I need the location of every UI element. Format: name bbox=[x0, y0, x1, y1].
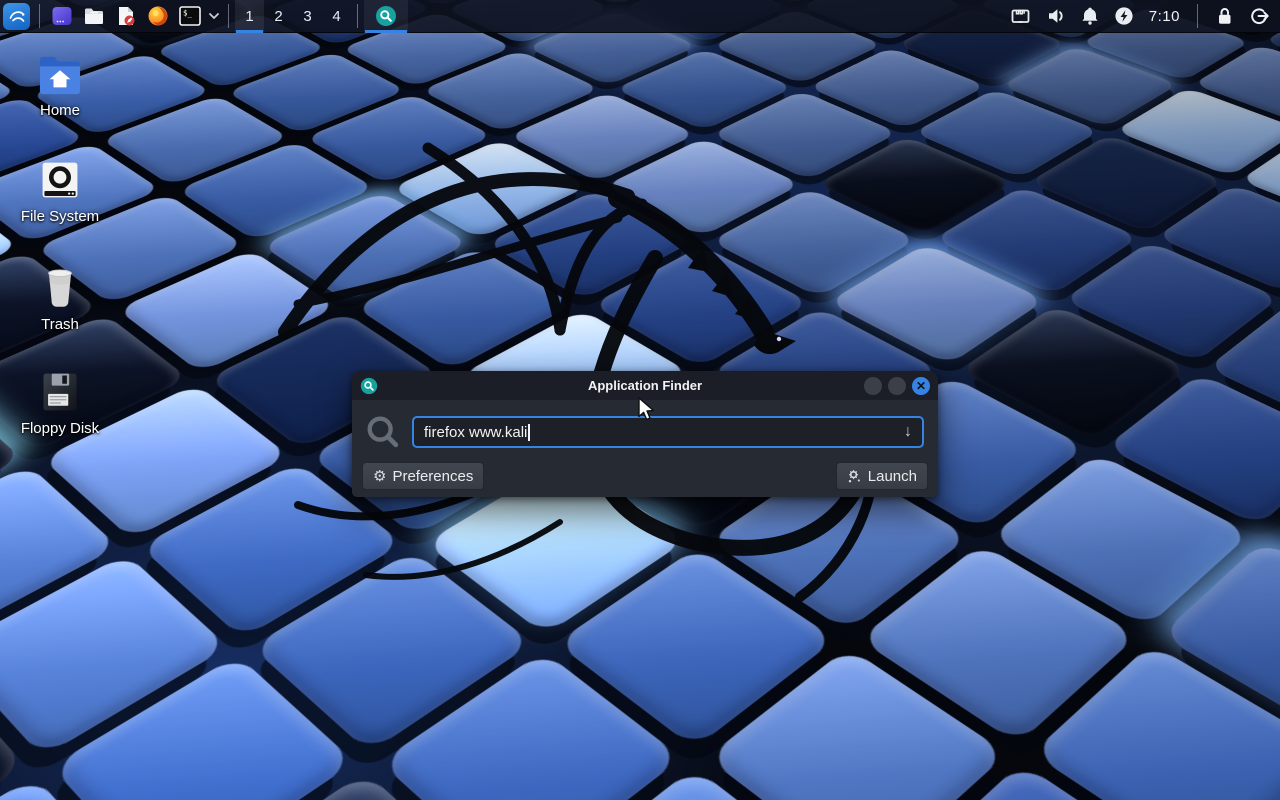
maximize-button[interactable] bbox=[888, 377, 906, 395]
desktop-icon-floppy-disk[interactable]: Floppy Disk bbox=[8, 370, 112, 437]
chevron-down-icon bbox=[208, 10, 220, 22]
desktop-icon-home[interactable]: Home bbox=[8, 54, 112, 119]
kali-logo-icon bbox=[3, 3, 30, 30]
desktop-icon-trash[interactable]: Trash bbox=[8, 264, 112, 333]
network-icon[interactable] bbox=[1010, 6, 1031, 26]
workspace-2-button[interactable]: 2 bbox=[264, 0, 293, 33]
panel-separator bbox=[39, 4, 40, 28]
desktop-icon-label: File System bbox=[21, 209, 99, 225]
minimize-button[interactable] bbox=[864, 377, 882, 395]
workspace-4-label: 4 bbox=[332, 8, 340, 25]
file-manager-launcher[interactable] bbox=[78, 0, 110, 33]
search-input-value: firefox www.kali bbox=[424, 424, 527, 441]
notifications-bell-icon[interactable] bbox=[1081, 6, 1099, 26]
workspace-3-label: 3 bbox=[303, 8, 311, 25]
terminal-dropdown-launcher[interactable]: $_ bbox=[174, 0, 206, 33]
run-gear-icon bbox=[847, 469, 862, 484]
gear-icon: ⚙ bbox=[373, 469, 386, 484]
titlebar[interactable]: Application Finder ✕ bbox=[352, 371, 938, 400]
system-tray: 7:10 bbox=[1010, 4, 1280, 28]
panel-separator bbox=[228, 4, 229, 28]
volume-icon[interactable] bbox=[1046, 6, 1066, 26]
search-icon bbox=[364, 413, 402, 451]
workspace-3-button[interactable]: 3 bbox=[293, 0, 322, 33]
terminal-purple-icon bbox=[51, 5, 73, 27]
preferences-button[interactable]: ⚙ Preferences bbox=[362, 462, 484, 490]
launch-button[interactable]: Launch bbox=[836, 462, 928, 490]
panel-separator bbox=[357, 4, 358, 28]
search-input[interactable]: firefox www.kali ↓ bbox=[412, 416, 924, 448]
power-manager-icon[interactable] bbox=[1114, 6, 1134, 26]
svg-text:$_: $_ bbox=[183, 9, 193, 18]
text-editor-launcher[interactable] bbox=[110, 0, 142, 33]
launch-button-label: Launch bbox=[868, 468, 917, 485]
panel-separator bbox=[1197, 4, 1198, 28]
workspace-1-button[interactable]: 1 bbox=[235, 0, 264, 33]
screen-lock-icon[interactable] bbox=[1215, 6, 1234, 26]
close-icon: ✕ bbox=[916, 380, 926, 392]
close-button[interactable]: ✕ bbox=[912, 377, 930, 395]
logout-icon[interactable] bbox=[1249, 6, 1270, 26]
desktop-icon-label: Trash bbox=[41, 317, 79, 333]
application-finder-window: Application Finder ✕ firefox www.kali ↓ … bbox=[352, 371, 938, 497]
appfinder-icon bbox=[375, 5, 397, 27]
desktop-icon-label: Floppy Disk bbox=[21, 421, 99, 437]
firefox-icon bbox=[147, 5, 169, 27]
hard-drive-icon bbox=[38, 158, 82, 202]
launcher-dropdown-chevron[interactable] bbox=[206, 0, 222, 33]
desktop-icon-file-system[interactable]: File System bbox=[8, 158, 112, 225]
top-panel: $_ 1 2 3 4 bbox=[0, 0, 1280, 33]
preferences-button-label: Preferences bbox=[392, 468, 473, 485]
text-editor-icon bbox=[115, 5, 137, 27]
text-caret bbox=[528, 424, 530, 441]
window-title: Application Finder bbox=[352, 378, 938, 393]
firefox-launcher[interactable] bbox=[142, 0, 174, 33]
workspace-2-label: 2 bbox=[274, 8, 282, 25]
workspace-1-label: 1 bbox=[245, 8, 253, 25]
folder-icon bbox=[83, 5, 105, 27]
terminal-dollar-icon: $_ bbox=[178, 4, 202, 28]
terminal-launcher[interactable] bbox=[46, 0, 78, 33]
applications-menu-button[interactable] bbox=[0, 0, 33, 33]
clock[interactable]: 7:10 bbox=[1149, 8, 1180, 25]
trash-can-icon bbox=[38, 264, 82, 310]
workspace-4-button[interactable]: 4 bbox=[322, 0, 351, 33]
desktop-icon-label: Home bbox=[40, 103, 80, 119]
history-dropdown-icon[interactable]: ↓ bbox=[904, 423, 912, 441]
floppy-disk-icon bbox=[38, 370, 82, 414]
taskbar-item-application-finder[interactable] bbox=[364, 0, 408, 33]
home-folder-icon bbox=[37, 54, 83, 96]
